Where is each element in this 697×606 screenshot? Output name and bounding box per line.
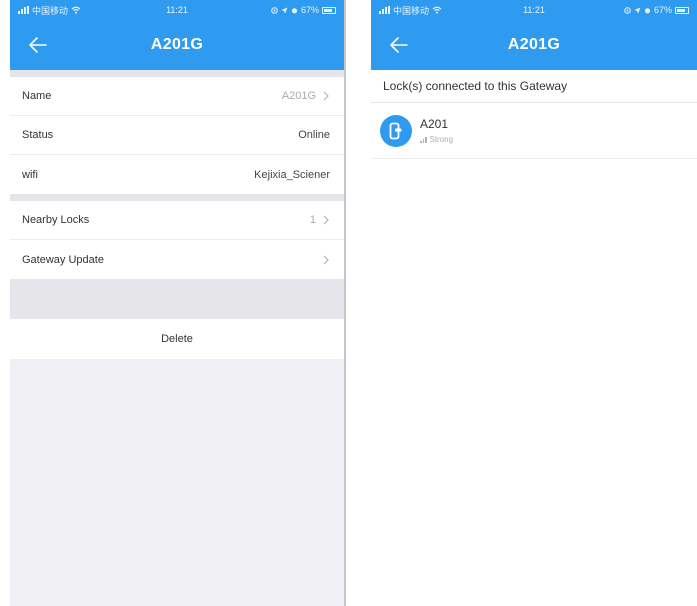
battery-percent: 67% — [300, 5, 319, 15]
name-row[interactable]: Name A201G — [10, 77, 344, 116]
clock: 11:21 — [523, 5, 545, 15]
signal-icon — [420, 136, 427, 143]
signal-strength: Strong — [429, 135, 454, 144]
back-arrow-icon[interactable] — [26, 33, 50, 57]
connected-locks-screen: 中国移动 11:21 67% A201G Lock(s) connected t… — [371, 0, 697, 606]
gateway-update-label: Gateway Update — [22, 253, 104, 266]
nearby-locks-row[interactable]: Nearby Locks 1 — [10, 201, 344, 240]
nearby-locks-value-wrap: 1 — [310, 214, 330, 226]
name-label: Name — [22, 90, 52, 102]
navigation-arrow-icon — [281, 7, 288, 13]
gateway-update-row[interactable]: Gateway Update — [10, 240, 344, 279]
carrier-name: 中国移动 — [32, 5, 69, 16]
location-icon — [271, 6, 278, 14]
chevron-right-icon — [323, 91, 329, 101]
battery-percent: 67% — [653, 5, 672, 15]
location-icon — [624, 6, 631, 14]
list-item[interactable]: A201 Strong — [371, 103, 697, 159]
wifi-icon — [432, 6, 442, 14]
page-title: A201G — [507, 36, 561, 53]
battery-icon — [675, 6, 689, 14]
carrier-name: 中国移动 — [393, 5, 430, 16]
status-label: Status — [22, 129, 54, 141]
name-value-wrap: A201G — [282, 90, 330, 102]
back-arrow-icon[interactable] — [387, 33, 411, 57]
alarm-icon — [291, 7, 298, 13]
nav-bar: A201G — [371, 20, 697, 70]
section-gap — [10, 279, 344, 319]
nearby-locks-label: Nearby Locks — [22, 214, 90, 226]
lock-name: A201 — [420, 117, 449, 131]
lock-signal: Strong — [420, 135, 453, 144]
gateway-info-group: Name A201G Status Online wifi Kejixia_Sc… — [10, 77, 344, 194]
navigation-arrow-icon — [634, 7, 641, 13]
chevron-right-icon — [323, 255, 329, 264]
wifi-value: Kejixia_Sciener — [254, 168, 330, 181]
nearby-locks-count: 1 — [309, 214, 316, 226]
wifi-row: wifi Kejixia_Sciener — [10, 155, 344, 194]
delete-button[interactable]: Delete — [10, 319, 344, 359]
lock-icon — [380, 114, 412, 147]
status-bar: 中国移动 11:21 67% — [371, 0, 697, 20]
page-title: A201G — [150, 36, 204, 53]
gateway-update-value-wrap — [322, 255, 330, 265]
alarm-icon — [644, 7, 651, 13]
nav-bar: A201G — [10, 20, 344, 70]
gateway-actions-group: Nearby Locks 1 Gateway Update — [10, 201, 344, 279]
status-bar: 中国移动 11:21 67% — [10, 0, 344, 20]
section-gap — [10, 194, 344, 201]
status-value: Online — [298, 129, 330, 141]
cell-signal-icon — [379, 6, 390, 14]
name-value: A201G — [281, 90, 316, 102]
battery-icon — [322, 6, 336, 14]
cell-signal-icon — [18, 6, 29, 14]
wifi-icon — [71, 6, 81, 14]
section-gap — [10, 70, 344, 77]
chevron-right-icon — [323, 215, 329, 225]
section-header: Lock(s) connected to this Gateway — [371, 70, 697, 103]
clock: 11:21 — [166, 5, 188, 15]
wifi-label: wifi — [22, 168, 38, 181]
status-row: Status Online — [10, 116, 344, 155]
lock-text: A201 Strong — [420, 117, 453, 144]
gateway-detail-screen: 中国移动 11:21 67% A201G Name A201G Status O… — [10, 0, 346, 606]
